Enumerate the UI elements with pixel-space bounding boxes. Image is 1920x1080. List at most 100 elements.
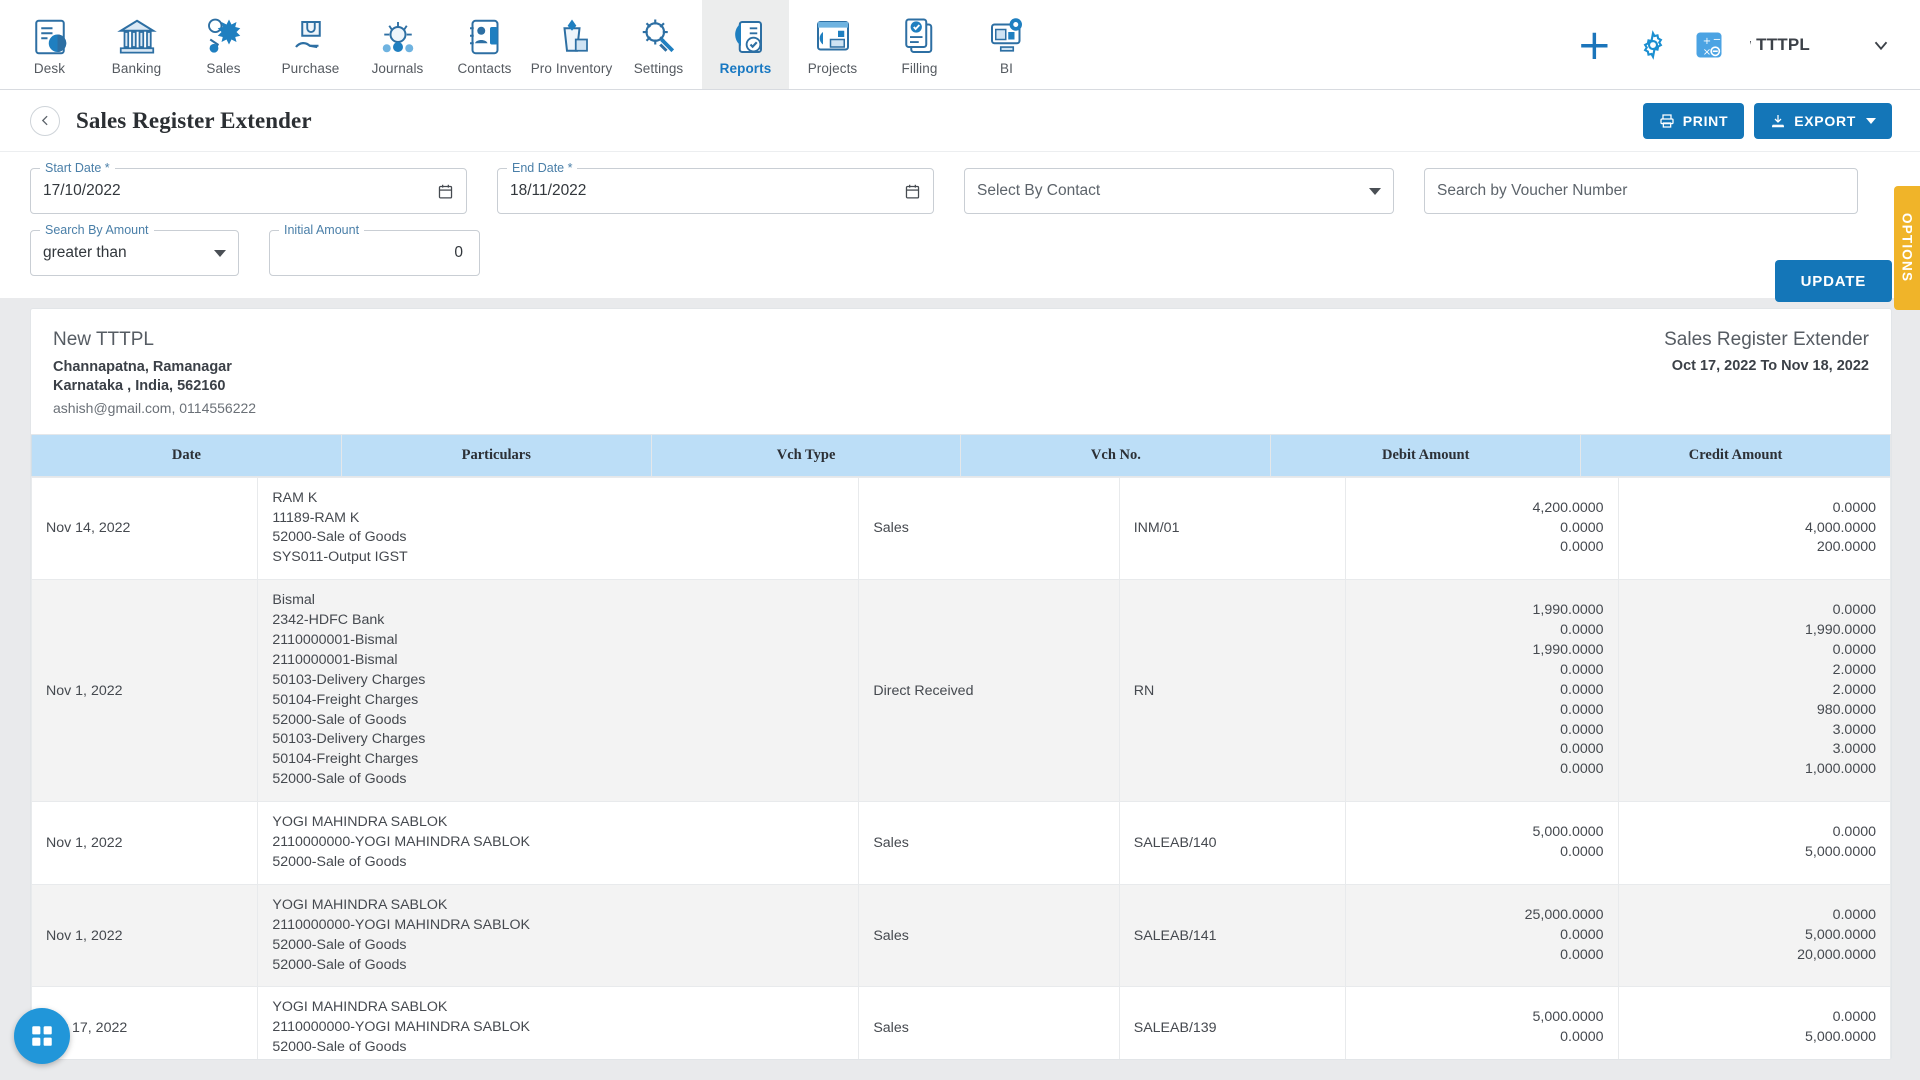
table-row[interactable]: Nov 1, 2022 YOGI MAHINDRA SABLOK 211000000… <box>31 883 1891 988</box>
report-card: New TTTPL Channapatna, Ramanagar Karnata… <box>30 308 1892 1060</box>
chevron-down-icon <box>214 249 226 257</box>
report-header: New TTTPL Channapatna, Ramanagar Karnata… <box>31 309 1891 434</box>
nav-item-desk[interactable]: Desk <box>6 0 93 89</box>
nav-item-label: BI <box>1000 61 1013 76</box>
nav-item-purchase[interactable]: Purchase <box>267 0 354 89</box>
table-body-scroll-area[interactable]: Nov 14, 2022 RAM K 11189-RAM K 52000-Sale o… <box>31 476 1891 1059</box>
report-contact-line: ashish@gmail.com, 0114556222 <box>53 399 257 416</box>
particular-line: 50104-Freight Charges <box>272 691 419 708</box>
filling-icon <box>904 18 932 53</box>
column-header-credit-amount[interactable]: Credit Amount <box>1580 433 1891 477</box>
credit-line: 1,990.0000 <box>1804 622 1876 639</box>
apps-fab-button[interactable] <box>14 1008 70 1064</box>
particular-line: 52000-Sale of Goods <box>272 936 407 953</box>
particular-line: RAM K <box>272 489 318 506</box>
debit-line: 5,000.0000 <box>1532 824 1604 841</box>
cell-particulars: YOGI MAHINDRA SABLOK 2110000000-YOGI MAHI… <box>257 986 860 1059</box>
credit-line: 20,000.0000 <box>1797 946 1876 963</box>
company-name-label[interactable]: New TTTPL <box>1750 35 1810 55</box>
filter-panel: Start Date * 17/10/2022 End Date * 18/11… <box>0 152 1920 302</box>
calendar-icon[interactable] <box>904 183 921 200</box>
particular-line: 2110000000-YOGI MAHINDRA SABLOK <box>272 916 530 933</box>
nav-item-contacts[interactable]: Contacts <box>441 0 528 89</box>
print-button[interactable]: PRINT <box>1642 102 1745 139</box>
table-row[interactable]: Nov 1, 2022 Bismal 2342-HDFC Bank 211000000… <box>31 579 1891 803</box>
particular-line: 2110000000-YOGI MAHINDRA SABLOK <box>272 834 530 851</box>
nav-item-journals[interactable]: Journals <box>354 0 441 89</box>
particular-line: 2342-HDFC Bank <box>272 612 385 629</box>
nav-item-pro-inventory[interactable]: Pro Inventory <box>528 0 615 89</box>
debit-line: 0.0000 <box>1560 946 1604 963</box>
column-header-debit-amount[interactable]: Debit Amount <box>1270 433 1582 477</box>
particular-line: 2110000001-Bismal <box>272 651 398 668</box>
credit-line: 4,000.0000 <box>1804 519 1876 536</box>
nav-item-projects[interactable]: Projects <box>789 0 876 89</box>
column-header-particulars[interactable]: Particulars <box>340 433 652 477</box>
chevron-down-icon <box>1866 117 1876 124</box>
back-button[interactable] <box>30 105 60 136</box>
report-address-line-2: Karnataka , India, 562160 <box>53 377 226 394</box>
nav-item-banking[interactable]: Banking <box>93 0 180 89</box>
nav-item-label: Filling <box>901 61 938 76</box>
debit-line: 0.0000 <box>1560 926 1604 943</box>
nav-item-sales[interactable]: Sales <box>180 0 267 89</box>
sales-icon <box>207 18 240 53</box>
column-header-vch-no[interactable]: Vch No. <box>960 433 1272 477</box>
nav-item-filling[interactable]: Filling <box>876 0 963 89</box>
journals-icon <box>382 22 413 53</box>
table-row[interactable]: Nov 1, 2022 YOGI MAHINDRA SABLOK 211000000… <box>31 801 1891 885</box>
end-date-field[interactable]: End Date * 18/11/2022 <box>497 161 934 214</box>
topbar-right-actions: + + − × New TTTPL <box>1577 0 1920 89</box>
cell-vch-no: SALEAB/141 <box>1118 883 1347 988</box>
options-side-tab[interactable]: OPTIONS <box>1894 186 1920 310</box>
export-button[interactable]: EXPORT <box>1754 102 1892 139</box>
start-date-field[interactable]: Start Date * 17/10/2022 <box>30 161 467 214</box>
credit-line: 5,000.0000 <box>1804 926 1876 943</box>
particular-line: SYS011-Output IGST <box>272 549 408 566</box>
particular-line: 52000-Sale of Goods <box>272 956 407 973</box>
select-by-contact-dropdown[interactable]: Select By Contact <box>964 168 1394 214</box>
contacts-icon <box>469 19 498 55</box>
update-button[interactable]: UPDATE <box>1774 260 1892 302</box>
credit-line: 2.0000 <box>1832 661 1876 678</box>
nav-item-label: Contacts <box>457 61 512 76</box>
initial-amount-field[interactable]: Initial Amount 0 <box>269 223 480 276</box>
cell-debit-amount: 5,000.0000 0.0000 <box>1345 801 1619 885</box>
debit-line: 0.0000 <box>1560 622 1604 639</box>
calendar-icon[interactable] <box>437 183 454 200</box>
search-by-amount-dropdown[interactable]: Search By Amount greater than <box>30 223 239 276</box>
calculator-icon[interactable]: + − × <box>1694 30 1724 60</box>
voucher-number-search-input[interactable]: Search by Voucher Number <box>1424 168 1858 214</box>
page-content: OPTIONS Sales Register Extender PRINT EX… <box>0 90 1920 1080</box>
column-header-date[interactable]: Date <box>31 433 342 477</box>
credit-line: 2.0000 <box>1832 681 1876 698</box>
nav-item-label: Settings <box>633 61 684 76</box>
debit-line: 0.0000 <box>1560 741 1604 758</box>
printer-icon <box>1660 113 1674 128</box>
particular-line: YOGI MAHINDRA SABLOK <box>272 896 448 913</box>
filter-row-1: Start Date * 17/10/2022 End Date * 18/11… <box>30 161 1892 214</box>
particular-line: 50103-Delivery Charges <box>272 671 426 688</box>
particular-line: 52000-Sale of Goods <box>272 853 407 870</box>
table-row[interactable]: Nov 14, 2022 RAM K 11189-RAM K 52000-Sale o… <box>31 476 1891 581</box>
cell-date: Nov 14, 2022 <box>31 476 259 581</box>
print-label: PRINT <box>1682 112 1729 129</box>
credit-line: 980.0000 <box>1816 701 1876 718</box>
projects-icon <box>816 21 849 51</box>
header-actions: PRINT EXPORT <box>1642 102 1892 139</box>
nav-item-reports[interactable]: Reports <box>702 0 789 89</box>
gear-icon[interactable] <box>1638 29 1668 60</box>
nav-item-label: Desk <box>33 61 66 76</box>
plus-icon[interactable]: + <box>1577 23 1612 65</box>
filter-row-2: Search By Amount greater than Initial Am… <box>30 223 1892 276</box>
nav-item-bi[interactable]: BI <box>963 0 1050 89</box>
search-by-amount-value: greater than <box>43 244 127 261</box>
column-header-vch-type[interactable]: Vch Type <box>650 433 962 477</box>
chevron-down-icon[interactable] <box>1870 34 1892 56</box>
nav-item-settings[interactable]: Settings <box>615 0 702 89</box>
cell-credit-amount: 0.0000 1,990.0000 0.0000 2.0000 2.0000 980.00… <box>1617 579 1891 803</box>
chevron-down-icon <box>1369 187 1381 195</box>
cell-debit-amount: 4,200.0000 0.0000 0.0000 <box>1345 476 1619 581</box>
table-row[interactable]: Oct 17, 2022 YOGI MAHINDRA SABLOK 21100000… <box>31 986 1891 1059</box>
report-card-wrapper: New TTTPL Channapatna, Ramanagar Karnata… <box>0 298 1920 1060</box>
